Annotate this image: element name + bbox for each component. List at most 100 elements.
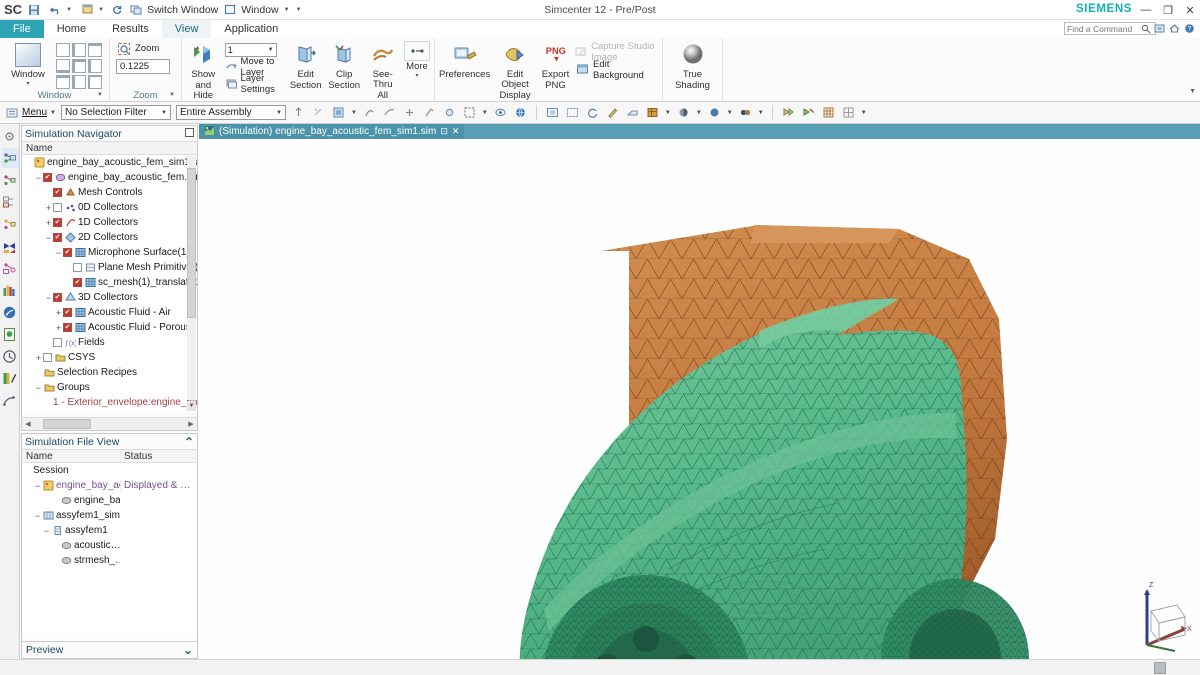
status-resize-icon[interactable] <box>1154 661 1166 674</box>
qat-overflow-caret[interactable]: ▼ <box>295 7 303 13</box>
navigator-row-checkbox[interactable] <box>73 278 82 287</box>
resource-history-icon[interactable] <box>1 346 19 366</box>
document-tab-close-icon[interactable]: ✕ <box>452 126 460 137</box>
navigator-row-checkbox[interactable] <box>73 263 82 272</box>
layer-combo-caret[interactable]: ▼ <box>268 47 274 53</box>
resource-post-processing-icon[interactable] <box>1 236 19 256</box>
layout-cell-3[interactable] <box>88 43 102 57</box>
navigator-tree-row[interactable]: − 3D Collectors <box>22 290 197 305</box>
resource-simulation-navigator-icon[interactable] <box>0 148 19 168</box>
file-view-grid[interactable]: Session − engine_bay_ac…Displayed & …engin… <box>22 463 197 633</box>
layout-cell-7[interactable] <box>56 75 70 89</box>
document-tab-pin-icon[interactable]: ⊡ <box>440 126 448 137</box>
close-button[interactable]: ✕ <box>1184 4 1196 17</box>
document-tab[interactable]: (Simulation) engine_bay_acoustic_fem_sim… <box>199 124 465 139</box>
navigator-tree-row[interactable]: − Microphone Surface(1) <box>22 245 197 260</box>
menu-caret[interactable]: ▼ <box>50 110 56 116</box>
navigator-row-checkbox[interactable] <box>53 218 62 227</box>
find-command-box[interactable] <box>1064 22 1156 35</box>
restore-button[interactable]: ❐ <box>1162 4 1174 17</box>
layout-cell-8[interactable] <box>72 75 86 89</box>
file-view-row[interactable]: − assyfem1_sim3 <box>22 508 197 523</box>
navigator-scroll-thumb[interactable] <box>187 168 196 318</box>
perspective-icon[interactable] <box>625 105 640 120</box>
pan-icon[interactable] <box>605 105 620 120</box>
select-none-icon[interactable] <box>311 105 326 120</box>
curve-rule-icon[interactable] <box>382 105 397 120</box>
window-list-icon[interactable] <box>222 2 237 17</box>
true-shading-button[interactable]: True Shading <box>670 41 716 91</box>
grid-alt-caret[interactable]: ▼ <box>861 110 867 116</box>
save-icon[interactable] <box>26 2 41 17</box>
switch-window-label[interactable]: Switch Window <box>147 4 218 16</box>
grid-icon[interactable] <box>821 105 836 120</box>
tree-expand-icon[interactable]: + <box>54 323 63 333</box>
window-layout-matrix[interactable] <box>56 41 102 89</box>
tab-view[interactable]: View <box>161 20 212 38</box>
preview-expand-icon[interactable]: ⌄ <box>183 643 193 657</box>
home-icon[interactable] <box>1168 22 1181 35</box>
navigator-tree-row[interactable]: sc_mesh(1)_translated(1) <box>22 275 197 290</box>
select-feature-caret[interactable]: ▼ <box>351 110 357 116</box>
tab-file[interactable]: File <box>0 20 44 38</box>
resource-appearance-icon[interactable] <box>1 368 19 388</box>
snap-point-icon[interactable] <box>362 105 377 120</box>
edit-section-button[interactable]: Edit Section <box>288 41 323 91</box>
zoom-window-icon[interactable] <box>565 105 580 120</box>
window-switch-group[interactable]: ▼ <box>80 2 105 17</box>
switch-window-icon[interactable] <box>128 2 143 17</box>
graphics-canvas[interactable]: Z X <box>199 139 1200 659</box>
window-group-dialog-launcher[interactable]: ▼ <box>97 92 103 98</box>
resource-chart-icon[interactable] <box>1 280 19 300</box>
navigator-row-checkbox[interactable] <box>53 203 62 212</box>
show-and-hide-button[interactable]: Show and Hide <box>186 41 221 101</box>
tree-expand-icon[interactable]: + <box>44 203 53 213</box>
tree-collapse-icon[interactable]: − <box>44 233 53 243</box>
show-hide-tool-icon[interactable] <box>781 105 796 120</box>
navigator-tree-row[interactable]: Selection Recipes <box>22 365 197 380</box>
resource-model-navigator-icon[interactable] <box>1 170 19 190</box>
layout-cell-1[interactable] <box>56 43 70 57</box>
navigator-tree-row[interactable]: ƒ(x) Fields <box>22 335 197 350</box>
clip-section-button[interactable]: Clip Section <box>327 41 362 91</box>
selection-filter-combo[interactable]: No Selection Filter ▼ <box>60 105 171 120</box>
render-style-caret[interactable]: ▼ <box>665 110 671 116</box>
navigator-tree-row[interactable]: − 2D Collectors <box>22 230 197 245</box>
shaded-icon[interactable] <box>676 105 691 120</box>
tree-collapse-icon[interactable]: − <box>34 383 43 393</box>
file-view-row[interactable]: Session <box>22 463 197 478</box>
window-dropdown-caret[interactable]: ▼ <box>97 7 105 13</box>
follow-fillet-icon[interactable] <box>442 105 457 120</box>
navigator-scroll-right[interactable]: ▶ <box>186 420 196 428</box>
zoom-value-input[interactable]: 0.1225 <box>116 59 170 74</box>
zoom-button[interactable]: Zoom <box>116 41 159 56</box>
more-visibility-button[interactable]: More ▾ <box>403 41 430 79</box>
resource-part-navigator-icon[interactable] <box>1 192 19 212</box>
window-button[interactable]: Window ▾ <box>4 41 52 87</box>
navigator-scroll-down[interactable]: ▼ <box>187 401 196 411</box>
navigator-tree-row[interactable]: Plane Mesh Primitive (1) <box>22 260 197 275</box>
sphere-style-icon[interactable] <box>707 105 722 120</box>
zoom-group-dialog-launcher[interactable]: ▼ <box>169 92 175 98</box>
tree-collapse-icon[interactable]: − <box>54 248 63 258</box>
file-view-row[interactable]: − assyfem1 <box>22 523 197 538</box>
navigator-tree-row[interactable]: − engine_bay_acoustic_fem.fem <box>22 170 197 185</box>
navigator-tree[interactable]: engine_bay_acoustic_fem_sim1.sim−engine_… <box>22 155 197 412</box>
preview-section[interactable]: Preview ⌄ <box>22 641 197 658</box>
shaded-caret[interactable]: ▼ <box>696 110 702 116</box>
tree-expand-icon[interactable]: + <box>34 353 43 363</box>
tree-collapse-icon[interactable]: − <box>42 526 51 536</box>
navigator-tree-row[interactable]: + Acoustic Fluid - Porous <box>22 320 197 335</box>
preferences-button[interactable]: Preferences <box>439 41 490 80</box>
navigator-scroll-left[interactable]: ◀ <box>23 420 33 428</box>
layout-cell-2[interactable] <box>72 43 86 57</box>
tree-expand-icon[interactable]: + <box>54 308 63 318</box>
refresh-icon[interactable] <box>109 2 124 17</box>
undo-group[interactable]: ▼ <box>48 2 73 17</box>
layout-cell-5[interactable] <box>72 59 86 73</box>
tree-collapse-icon[interactable]: − <box>44 293 53 303</box>
search-input[interactable] <box>1067 23 1139 34</box>
scope-caret[interactable]: ▼ <box>276 110 282 116</box>
edit-object-display-button[interactable]: Edit Object Display <box>494 41 536 101</box>
navigator-tree-row[interactable]: − Groups <box>22 380 197 395</box>
